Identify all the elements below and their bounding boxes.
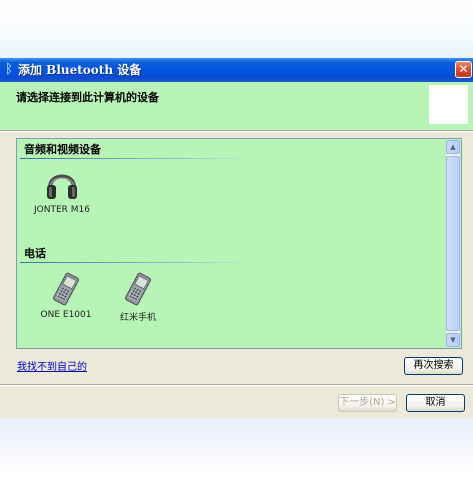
header-divider: [0, 130, 473, 132]
group-header-audio-video: 音频和视频设备: [24, 143, 101, 156]
group-header-phone: 电话: [24, 247, 46, 260]
chevron-down-icon: ▼: [450, 336, 456, 344]
close-icon: ✕: [458, 62, 469, 76]
device-label: JONTER M16: [34, 205, 90, 215]
device-list[interactable]: 音频和视频设备 JONTER M16 电话 ONE E1001 红米手机 ▲ ▼: [16, 138, 462, 349]
desktop-background-top: [0, 0, 473, 58]
dialog-header: 请选择连接到此计算机的设备: [0, 82, 473, 130]
headphones-icon: [47, 174, 77, 199]
add-bluetooth-device-dialog: ᛒ 添加 Bluetooth 设备 ✕ 请选择连接到此计算机的设备 音频和视频设…: [0, 58, 473, 418]
device-label: ONE E1001: [40, 310, 92, 320]
footer-divider: [0, 384, 473, 386]
bluetooth-icon: ᛒ: [5, 62, 13, 77]
mobile-phone-icon: [52, 272, 80, 306]
device-one-e1001[interactable]: ONE E1001: [31, 272, 101, 320]
header-logo-area: [429, 85, 468, 124]
title-bar[interactable]: ᛒ 添加 Bluetooth 设备 ✕: [0, 58, 473, 82]
device-label: 红米手机: [119, 313, 156, 323]
search-again-button[interactable]: 再次搜索: [404, 357, 463, 375]
scroll-down-button[interactable]: ▼: [446, 333, 460, 347]
device-redmi-phone[interactable]: 红米手机: [103, 272, 173, 323]
close-button[interactable]: ✕: [455, 61, 472, 78]
vertical-scrollbar[interactable]: ▲ ▼: [446, 140, 460, 347]
chevron-up-icon: ▲: [450, 143, 456, 151]
scroll-up-button[interactable]: ▲: [446, 140, 460, 154]
instruction-text: 请选择连接到此计算机的设备: [16, 91, 159, 104]
group-divider: [20, 262, 255, 263]
cancel-button[interactable]: 取消: [406, 394, 465, 412]
scrollbar-thumb[interactable]: [446, 156, 460, 331]
mobile-phone-icon: [124, 272, 152, 306]
desktop-background-bottom: [0, 418, 473, 477]
window-title: 添加 Bluetooth 设备: [18, 63, 142, 77]
device-jonter-m16[interactable]: JONTER M16: [27, 167, 97, 215]
group-divider: [20, 158, 255, 159]
cant-find-device-link[interactable]: 我找不到自己的: [17, 358, 87, 373]
next-button[interactable]: 下一步(N) >: [338, 394, 397, 412]
